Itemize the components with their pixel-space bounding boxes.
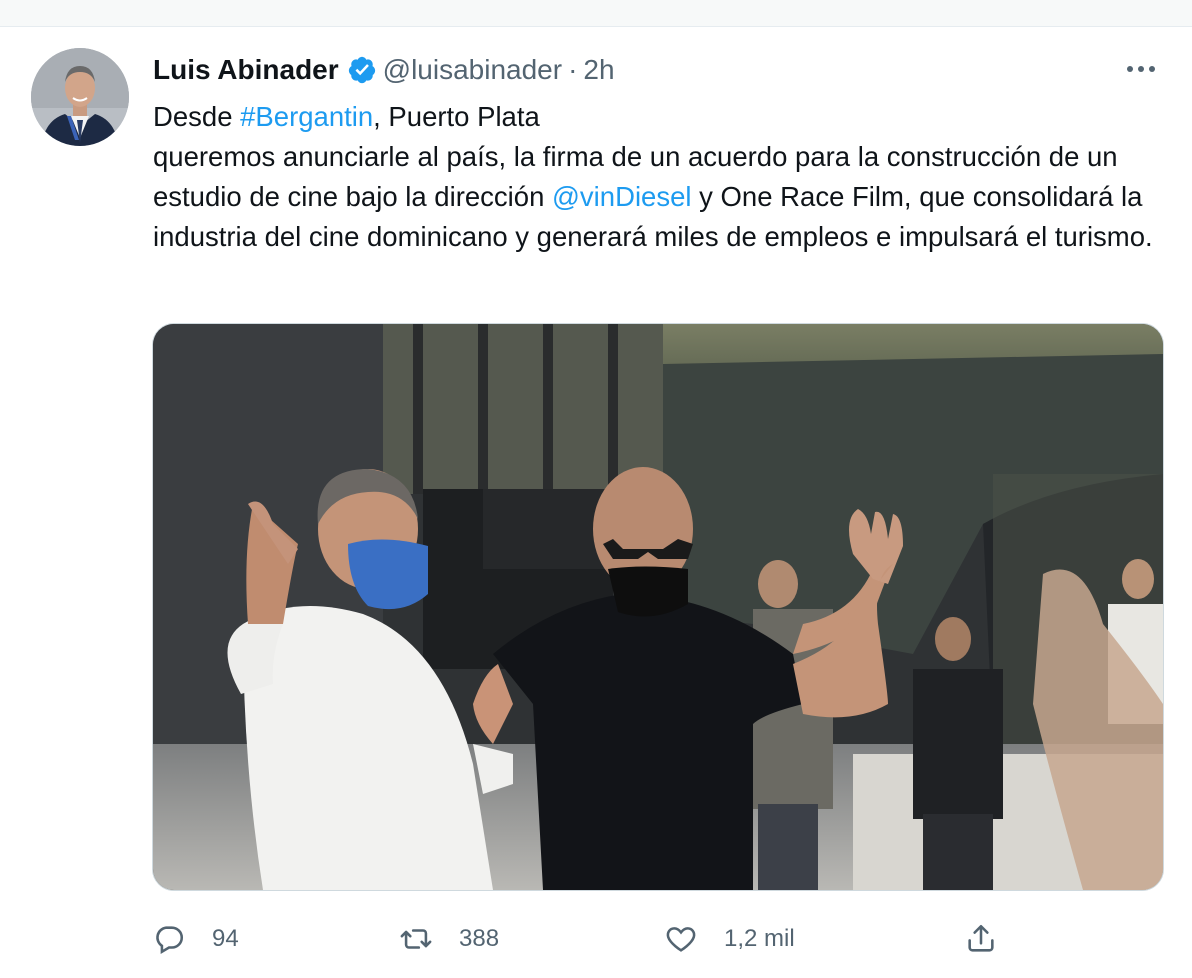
more-options-icon[interactable]: [1124, 59, 1158, 79]
photo-image: [153, 324, 1163, 890]
mention-link[interactable]: @vinDiesel: [552, 181, 692, 212]
tweet[interactable]: Luis Abinader @luisabinader · 2h Desde #…: [0, 27, 1192, 978]
header-separator: ·: [568, 54, 578, 85]
tweet-timestamp[interactable]: 2h: [583, 54, 614, 86]
retweet-count: 388: [459, 925, 500, 952]
verified-badge-icon: [348, 56, 375, 84]
like-count: 1,2 mil: [724, 925, 795, 952]
heart-icon: [666, 927, 696, 952]
reply-count: 94: [212, 925, 239, 952]
like-button[interactable]: 1,2 mil: [664, 916, 795, 962]
avatar-photo: [31, 48, 129, 146]
timeline-divider: [0, 0, 1192, 27]
tweet-actions: 94 388 1,2 mil: [152, 916, 1162, 962]
tweet-text: Desde #Bergantin, Puerto Plata queremos a…: [153, 97, 1163, 257]
hashtag-link[interactable]: #Bergantin: [240, 101, 373, 132]
tweet-header: Luis Abinader @luisabinader · 2h: [153, 52, 615, 88]
reply-icon: [156, 926, 184, 955]
share-icon: [968, 924, 994, 952]
text-segment: , Puerto Plata: [373, 101, 540, 132]
share-button[interactable]: [964, 916, 998, 962]
retweet-icon: [400, 929, 432, 949]
author-handle[interactable]: @luisabinader: [383, 54, 562, 86]
author-name[interactable]: Luis Abinader: [153, 54, 339, 86]
tweet-photo[interactable]: [152, 323, 1164, 891]
reply-button[interactable]: 94: [152, 916, 239, 962]
text-segment: Desde: [153, 101, 241, 132]
retweet-button[interactable]: 388: [399, 916, 499, 962]
avatar[interactable]: [31, 48, 129, 146]
